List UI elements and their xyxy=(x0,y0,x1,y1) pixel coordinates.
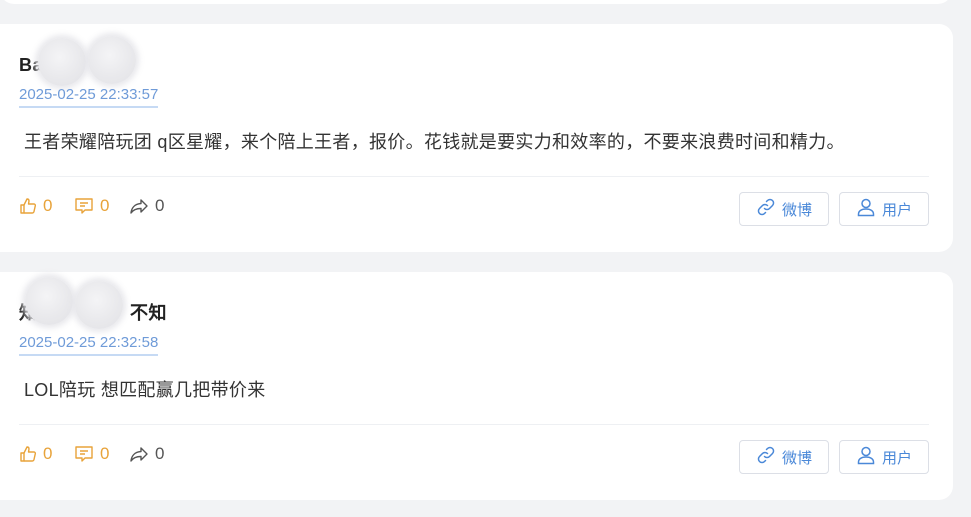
comment-count: 0 xyxy=(100,444,110,463)
share-icon xyxy=(129,445,149,463)
comment-icon xyxy=(74,197,94,215)
previous-post-card xyxy=(0,0,952,4)
weibo-button-label: 微博 xyxy=(781,449,812,467)
user-icon xyxy=(856,445,876,469)
comment-stat[interactable]: 0 xyxy=(74,444,109,464)
share-icon xyxy=(129,197,149,215)
share-count: 0 xyxy=(155,444,165,463)
redacted-avatar-blur xyxy=(75,281,123,329)
post-content: 王者荣耀陪玩团 q区星耀，来个陪上王者，报价。花钱就是要实力和效率的，不要来浪费… xyxy=(24,132,845,152)
weibo-link-button[interactable]: 微博 xyxy=(739,440,829,474)
user-profile-button[interactable]: 用户 xyxy=(839,440,929,474)
post-timestamp[interactable]: 2025-02-25 22:32:58 xyxy=(19,334,159,356)
comment-icon xyxy=(74,445,94,463)
weibo-button-label: 微博 xyxy=(781,201,812,219)
like-stat[interactable]: 0 xyxy=(19,196,52,216)
like-count: 0 xyxy=(43,196,53,215)
weibo-link-button[interactable]: 微博 xyxy=(739,192,829,226)
thumbs-up-icon xyxy=(19,445,37,463)
link-icon xyxy=(756,197,776,221)
share-count: 0 xyxy=(155,196,165,215)
user-icon xyxy=(856,197,876,221)
share-stat[interactable]: 0 xyxy=(129,444,164,464)
post-timestamp[interactable]: 2025-02-25 22:33:57 xyxy=(19,86,159,108)
post-content: LOL陪玩 想匹配赢几把带价来 xyxy=(24,380,266,400)
thumbs-up-icon xyxy=(19,197,37,215)
comment-count: 0 xyxy=(100,196,110,215)
share-stat[interactable]: 0 xyxy=(129,196,164,216)
post-card: 知 不知 2025-02-25 22:32:58 LOL陪玩 想匹配赢几把带价来… xyxy=(0,272,953,500)
comment-stat[interactable]: 0 xyxy=(74,196,109,216)
divider xyxy=(19,424,929,425)
redacted-avatar-blur xyxy=(88,36,136,84)
user-profile-button[interactable]: 用户 xyxy=(839,192,929,226)
like-count: 0 xyxy=(43,444,53,463)
post-card: Ba 2025-02-25 22:33:57 王者荣耀陪玩团 q区星耀，来个陪上… xyxy=(0,24,953,252)
link-icon xyxy=(756,445,776,469)
redacted-avatar-blur xyxy=(25,277,73,325)
redacted-avatar-blur xyxy=(38,38,86,86)
user-button-label: 用户 xyxy=(881,201,912,219)
like-stat[interactable]: 0 xyxy=(19,444,52,464)
user-button-label: 用户 xyxy=(881,449,912,467)
divider xyxy=(19,176,929,177)
